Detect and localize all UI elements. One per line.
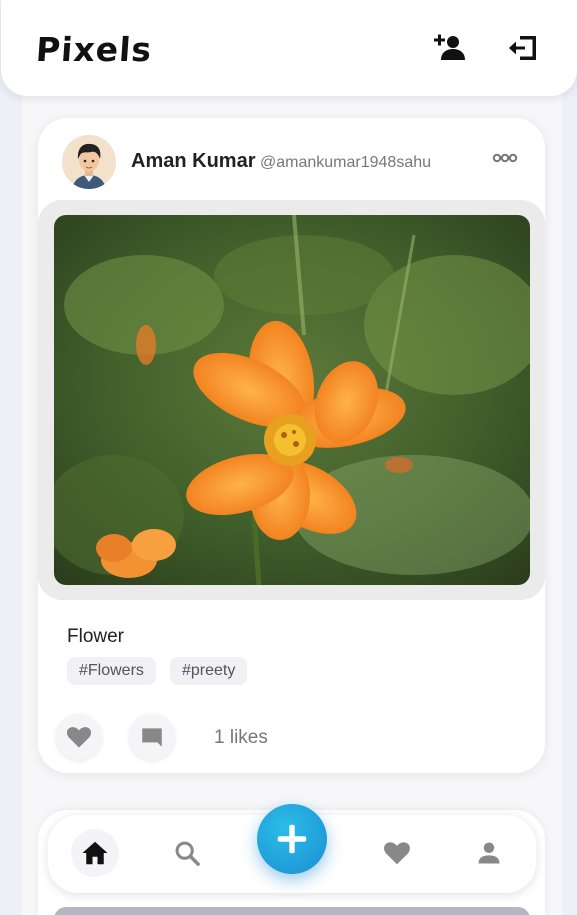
likes-count: 1 likes bbox=[214, 727, 268, 748]
post-card: Aman Kumar @amankumar1948sahu Flower #Fl… bbox=[38, 118, 545, 773]
create-post-button[interactable] bbox=[257, 804, 327, 874]
post-caption: Flower bbox=[67, 626, 125, 647]
hashtag-chip[interactable]: #preety bbox=[170, 657, 248, 685]
app-header: Pixels bbox=[1, 0, 577, 96]
comment-button[interactable] bbox=[129, 714, 175, 760]
app-title: Pixels bbox=[34, 30, 154, 69]
post-image-frame bbox=[38, 200, 545, 600]
heart-icon bbox=[384, 842, 410, 865]
author-avatar[interactable] bbox=[62, 135, 116, 189]
heart-icon bbox=[66, 727, 92, 748]
nav-likes[interactable] bbox=[373, 829, 421, 877]
nav-home[interactable] bbox=[71, 829, 119, 877]
add-icon bbox=[277, 824, 307, 854]
flower-photo bbox=[54, 215, 530, 585]
logout-button[interactable] bbox=[506, 30, 542, 66]
profile-icon bbox=[478, 842, 500, 864]
avatar-illustration bbox=[62, 135, 116, 189]
search-icon bbox=[175, 841, 200, 866]
home-icon bbox=[82, 841, 108, 865]
logout-icon bbox=[509, 36, 536, 60]
hashtag-chip[interactable]: #Flowers bbox=[67, 657, 156, 685]
next-post-image bbox=[54, 907, 530, 915]
person-add-icon bbox=[434, 34, 465, 60]
add-friend-button[interactable] bbox=[432, 30, 468, 66]
more-options-button[interactable] bbox=[492, 151, 518, 165]
nav-profile[interactable] bbox=[465, 829, 513, 877]
more-options-icon bbox=[492, 153, 518, 163]
nav-search[interactable] bbox=[163, 829, 211, 877]
author-handle: @amankumar1948sahu bbox=[260, 154, 432, 171]
author-name[interactable]: Aman Kumar bbox=[131, 150, 255, 173]
comment-icon bbox=[142, 728, 162, 747]
post-image[interactable] bbox=[54, 215, 530, 585]
like-button[interactable] bbox=[56, 714, 102, 760]
